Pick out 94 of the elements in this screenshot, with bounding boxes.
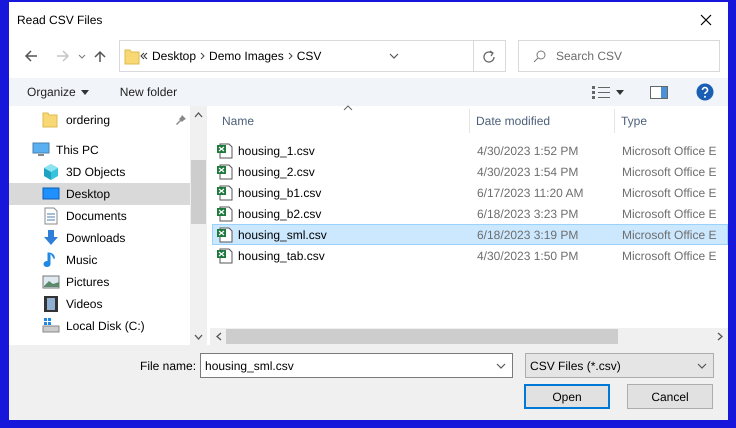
file-row[interactable]: housing_tab.csv 4/30/2023 1:50 PM Microsoft Office E <box>212 245 728 266</box>
pin-icon <box>176 115 186 125</box>
forward-icon <box>56 50 70 62</box>
address-bar[interactable]: Desktop Demo Images CSV <box>119 40 506 72</box>
sidebar-item[interactable]: Music <box>9 249 190 271</box>
file-row[interactable]: housing_b1.csv 6/17/2023 11:20 AM Microsoft Office E <box>212 182 728 203</box>
file-name: housing_tab.csv <box>238 248 325 264</box>
date-cell-text: 6/18/2023 3:19 PM <box>476 226 580 244</box>
date-cell-text: 4/30/2023 1:50 PM <box>476 248 580 264</box>
date-cell-text: 6/17/2023 11:20 AM <box>476 184 585 202</box>
up-icon <box>94 50 108 62</box>
file-row[interactable]: housing_sml.csv 6/18/2023 3:19 PM Microsoft Office E <box>212 224 728 245</box>
spreadsheet-file-icon <box>217 184 233 200</box>
cube-icon <box>42 163 60 181</box>
spreadsheet-file-icon <box>217 248 233 264</box>
back-icon <box>24 50 38 62</box>
new-folder-button[interactable]: New folder <box>112 80 186 104</box>
window-title: Read CSV Files <box>17 12 102 29</box>
breadcrumb-link[interactable]: Demo Images <box>209 47 284 65</box>
spreadsheet-file-icon <box>217 206 233 222</box>
chevron-right-icon <box>200 52 206 60</box>
spreadsheet-file-icon <box>217 164 233 180</box>
dialog-button[interactable]: Open <box>524 384 610 409</box>
file-name: housing_b2.csv <box>238 206 322 222</box>
preview-pane-icon <box>650 86 668 98</box>
sidebar-item[interactable]: Desktop <box>9 183 190 205</box>
type-cell-text: Microsoft Office E <box>621 184 716 202</box>
sidebar-item[interactable]: Local Disk (C:) <box>9 315 190 337</box>
monitor-icon <box>32 141 50 159</box>
type-cell-text: Microsoft Office E <box>621 164 716 180</box>
picture-icon <box>42 273 60 291</box>
dialog-button[interactable]: Cancel <box>627 384 713 409</box>
breadcrumb-link[interactable]: CSV <box>296 47 322 65</box>
column-header[interactable]: Type <box>615 109 728 133</box>
chevron-down-icon <box>78 54 86 58</box>
chevron-down-icon <box>496 362 506 368</box>
column-header[interactable]: Name <box>210 109 470 133</box>
type-cell-text: Microsoft Office E <box>621 206 716 222</box>
refresh-icon <box>483 50 496 62</box>
chevron-up-icon <box>194 112 203 118</box>
date-cell-text: 4/30/2023 1:54 PM <box>476 164 580 180</box>
file-name: housing_1.csv <box>238 142 315 160</box>
double-chevron-icon <box>140 52 148 60</box>
caret-down-icon <box>80 90 89 94</box>
type-cell-text: Microsoft Office E <box>621 226 716 244</box>
search-field[interactable]: Search CSV <box>518 40 720 72</box>
drive-icon <box>42 317 60 335</box>
vertical-scrollbar[interactable] <box>190 106 207 345</box>
chevron-down-icon[interactable] <box>389 53 400 59</box>
search-icon <box>533 50 546 62</box>
file-name-field[interactable]: housing_sml.csv <box>200 353 514 378</box>
file-name: housing_2.csv <box>238 164 315 180</box>
document-icon <box>42 207 60 225</box>
file-row[interactable]: housing_2.csv 4/30/2023 1:54 PM Microsoft Office E <box>212 161 728 182</box>
file-name: housing_b1.csv <box>238 184 322 202</box>
search-input[interactable]: Search CSV <box>554 46 714 66</box>
caret-down-icon <box>616 90 624 94</box>
sidebar-item[interactable]: This PC <box>9 139 190 161</box>
scrollbar-thumb[interactable] <box>226 329 618 344</box>
sort-caret-icon <box>343 105 353 111</box>
breadcrumb-link[interactable]: Desktop <box>152 47 196 65</box>
sidebar-item[interactable]: Videos <box>9 293 190 315</box>
type-cell-text: Microsoft Office E <box>621 248 716 264</box>
file-name-label: File name: <box>140 358 196 374</box>
sidebar-item[interactable]: ordering <box>9 109 190 131</box>
file-name: housing_sml.csv <box>238 226 327 244</box>
sidebar-item[interactable]: 3D Objects <box>9 161 190 183</box>
column-header[interactable]: Date modified <box>470 109 615 133</box>
down-arrow-icon <box>42 229 60 247</box>
chevron-down-icon <box>194 334 203 340</box>
help-icon <box>696 83 714 101</box>
close-icon <box>700 14 712 26</box>
chevron-left-icon <box>216 332 222 341</box>
sidebar-item[interactable]: Documents <box>9 205 190 227</box>
date-cell-text: 4/30/2023 1:52 PM <box>476 142 580 160</box>
horizontal-scrollbar[interactable] <box>210 328 728 345</box>
details-view-icon <box>591 85 611 99</box>
chevron-right-icon <box>717 332 723 341</box>
organize-menu-button[interactable]: Organize <box>19 80 97 104</box>
scrollbar-thumb[interactable] <box>191 160 206 224</box>
chevron-down-icon <box>697 362 708 368</box>
file-row[interactable]: housing_b2.csv 6/18/2023 3:23 PM Microsoft Office E <box>212 203 728 224</box>
sidebar-item[interactable]: Pictures <box>9 271 190 293</box>
sidebar-item[interactable]: Downloads <box>9 227 190 249</box>
folder-icon <box>42 111 60 129</box>
file-type-dropdown[interactable]: CSV Files (*.csv) <box>525 353 714 378</box>
folder-icon <box>124 47 140 65</box>
spreadsheet-file-icon <box>217 142 233 158</box>
file-row[interactable]: housing_1.csv 4/30/2023 1:52 PM Microsoft Office E <box>212 140 728 161</box>
chevron-right-icon <box>288 52 293 60</box>
type-cell-text: Microsoft Office E <box>621 142 716 160</box>
spreadsheet-file-icon <box>217 226 233 242</box>
film-icon <box>42 295 60 313</box>
date-cell-text: 6/18/2023 3:23 PM <box>476 206 580 222</box>
